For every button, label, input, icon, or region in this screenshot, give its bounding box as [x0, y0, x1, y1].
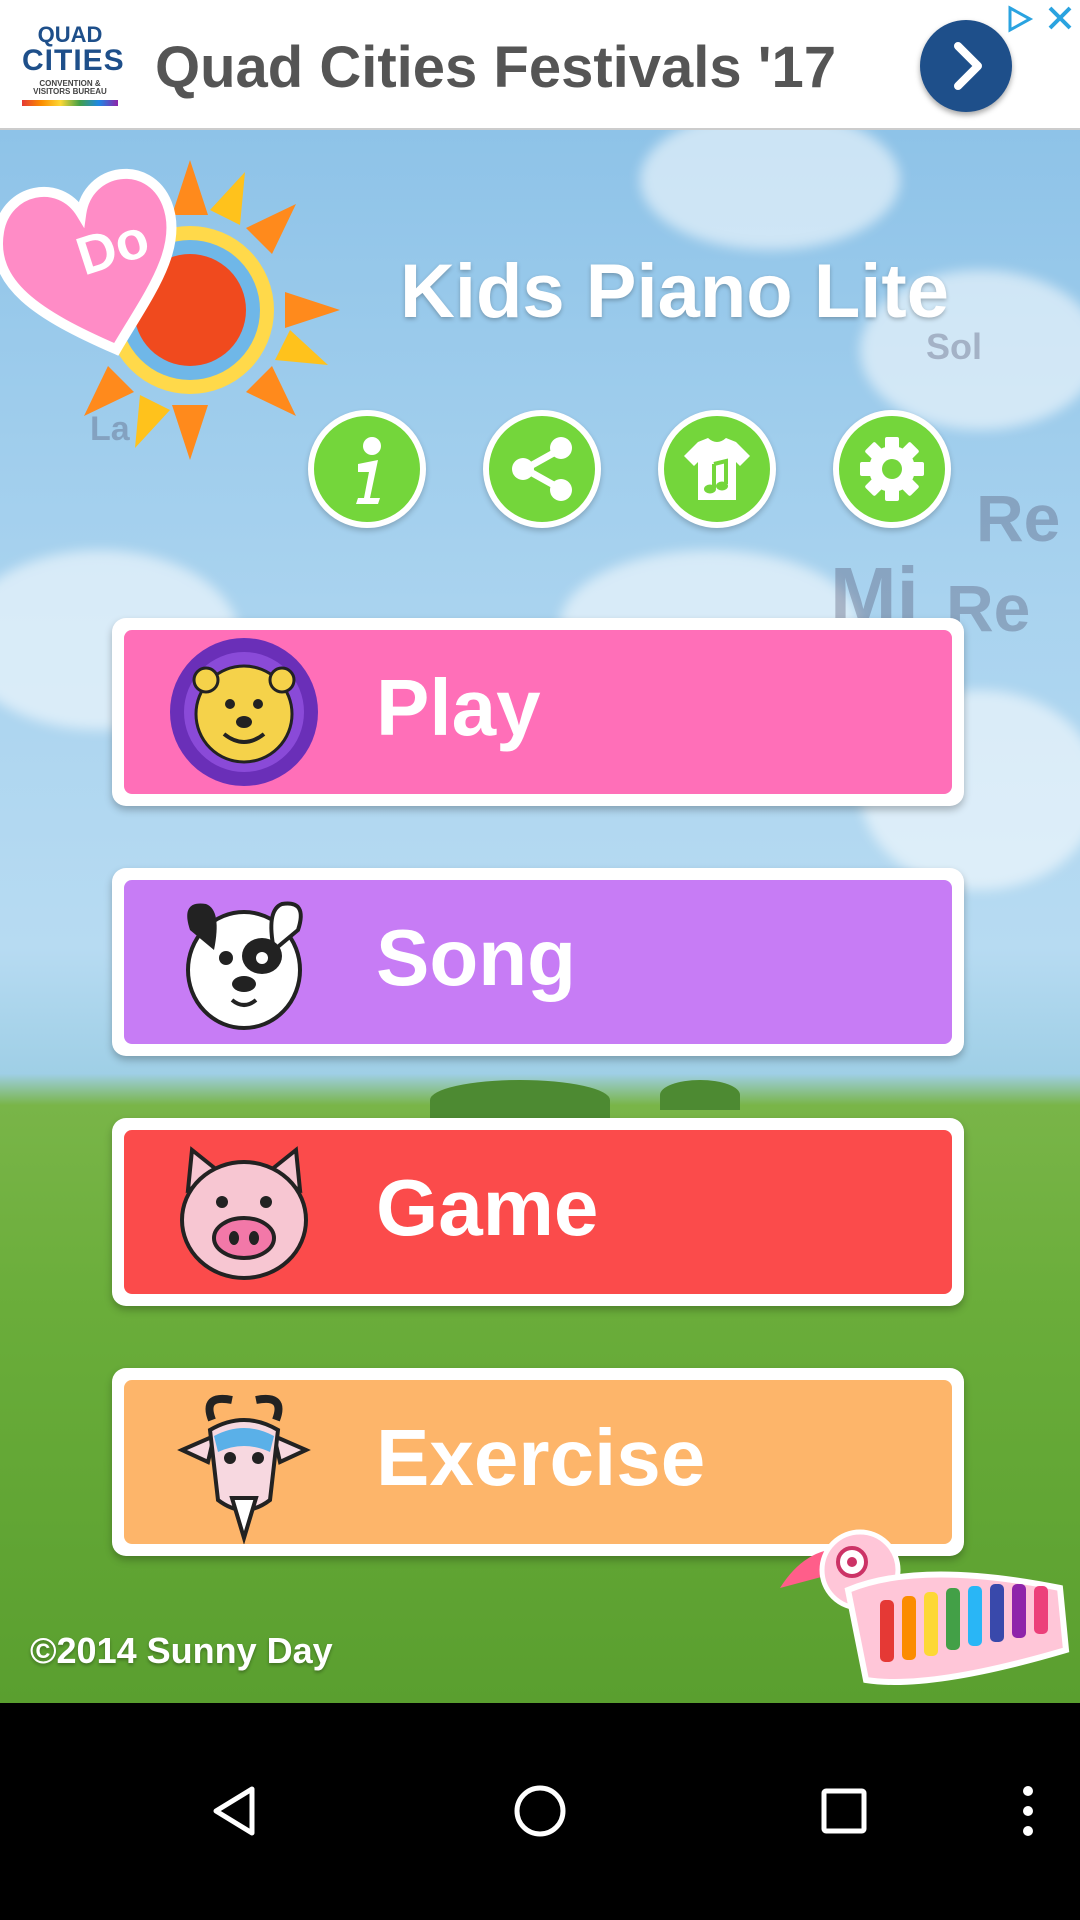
xylophone-bird-icon — [780, 1529, 1070, 1685]
theme-button[interactable] — [658, 410, 776, 528]
ad-logo-line3: CONVENTION & VISITORS BUREAU — [33, 79, 107, 96]
recents-square-icon[interactable] — [814, 1781, 874, 1841]
ad-go-button[interactable] — [920, 20, 1012, 112]
ad-banner[interactable]: QUAD CITIES CONVENTION & VISITORS BUREAU… — [0, 0, 1080, 130]
background-hill — [430, 1080, 610, 1120]
ad-title[interactable]: Quad Cities Festivals '17 — [155, 34, 836, 101]
pig-icon — [180, 1146, 308, 1280]
info-icon — [356, 437, 381, 504]
song-button[interactable]: Song — [112, 868, 964, 1056]
info-button[interactable] — [308, 410, 426, 528]
close-icon[interactable] — [1044, 2, 1076, 34]
home-circle-icon[interactable] — [510, 1781, 570, 1841]
game-label: Game — [376, 1163, 599, 1252]
cloud — [640, 130, 900, 250]
share-button[interactable] — [483, 410, 601, 528]
goat-icon — [177, 1395, 311, 1544]
sun-logo: Do — [0, 160, 340, 460]
play-button[interactable]: Play — [112, 618, 964, 806]
settings-button[interactable] — [833, 410, 951, 528]
ad-logo-line2: CITIES — [22, 44, 125, 77]
song-label: Song — [376, 913, 576, 1002]
exercise-label: Exercise — [376, 1413, 706, 1502]
system-navigation-bar — [0, 1703, 1080, 1920]
ad-logo-line1: QUAD — [37, 22, 103, 47]
app-screen: La Sol Re Mi Re Do Kids Piano Lite Play … — [0, 130, 1080, 1703]
dog-icon — [186, 901, 303, 1030]
shirt-music-icon — [684, 438, 750, 500]
gear-icon — [860, 437, 924, 501]
share-icon — [512, 437, 572, 501]
play-label: Play — [376, 663, 541, 752]
back-triangle-icon[interactable] — [206, 1781, 266, 1841]
ad-logo[interactable]: QUAD CITIES CONVENTION & VISITORS BUREAU — [22, 20, 125, 106]
background-note: Re — [976, 481, 1061, 555]
game-button[interactable]: Game — [112, 1118, 964, 1306]
background-hill — [660, 1080, 740, 1110]
copyright-text: ©2014 Sunny Day — [30, 1630, 333, 1671]
more-vertical-icon[interactable] — [998, 1781, 1058, 1841]
ad-choices-icon[interactable] — [1004, 4, 1034, 34]
app-title: Kids Piano Lite — [400, 249, 949, 334]
ad-logo-stripe — [22, 100, 118, 106]
chevron-right-icon — [954, 42, 982, 90]
lion-icon — [170, 638, 318, 786]
